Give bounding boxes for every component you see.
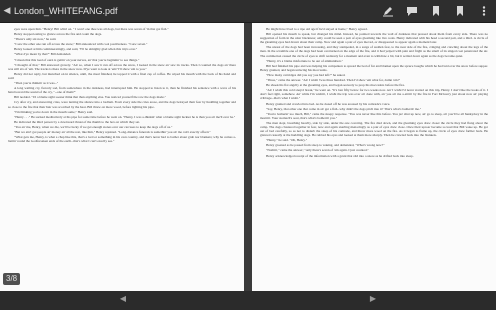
paragraph: A long wailing cry, fiercely sad, from s… xyxy=(8,86,236,95)
paragraph: He might have lived to a ripe old age if… xyxy=(266,27,368,31)
paragraph: Cry after cry, and answering cries, were… xyxy=(8,100,236,109)
document-viewer[interactable]: eyes were upon him. "Henry! Bill whirl o… xyxy=(0,23,496,310)
paragraph: "Three," came the answer. "An' I wisht '… xyxy=(266,78,401,83)
draw-icon[interactable] xyxy=(376,0,400,22)
annotate-icon[interactable] xyxy=(400,0,424,22)
paragraph: "Henry, it's a blame misfortune to be ou… xyxy=(266,58,343,63)
document-title: London_WHITEFANG.pdf xyxy=(14,6,118,16)
paragraph: "You an' me, Henry, when we die, we'll b… xyxy=(14,124,173,129)
bookmark-icon[interactable] xyxy=(448,0,472,22)
paragraph: He indicated the third person by a downw… xyxy=(14,119,141,124)
paragraph: Henry groaned as he passed from sleep to… xyxy=(266,143,385,148)
paragraph: Bill opened his mouth to speak, but chan… xyxy=(260,32,488,45)
next-page-icon[interactable]: ▶ xyxy=(368,294,378,304)
paragraph: "Henry . . ." He sucked meditatively at … xyxy=(14,114,236,119)
paragraph: "Nothin'," came the answer; "only there'… xyxy=(266,148,369,153)
paragraph: Henry stopped eating to glance across th… xyxy=(14,32,103,37)
paragraph: "I saw the other one run off across the … xyxy=(14,42,148,47)
paragraph: "There's only six now," he said. xyxy=(14,37,57,42)
paragraph: eyes were upon him. "Henry! Bill whirl o… xyxy=(14,27,169,31)
paragraph: The men slept, breathing heavily, side b… xyxy=(260,120,488,138)
page-bottom-bar xyxy=(0,291,496,310)
paragraph: Henry acknowledged receipt of the inform… xyxy=(266,153,414,158)
paragraph: The unrest of the dogs had been increasi… xyxy=(260,45,488,58)
bookmark-icon[interactable] xyxy=(424,0,448,22)
overflow-menu-icon[interactable] xyxy=(472,0,496,22)
paragraph: "I'm thinking you're down in the mouth s… xyxy=(14,109,94,114)
paragraph: "What d'ye mean by that?" Bill demanded. xyxy=(14,52,72,57)
prev-page-icon[interactable]: ◀ xyxy=(118,294,128,304)
paragraph: Henry grunted and crawled into bed. As h… xyxy=(266,101,391,106)
paragraph: Bill had finished his pipe and was helpi… xyxy=(260,63,488,72)
caret-left-icon[interactable]: ◀ xyxy=(0,0,14,22)
paragraph: "Then you're thinkin' as it was--" xyxy=(14,81,59,86)
app-bar: ◀ London_WHITEFANG.pdf xyxy=(0,0,496,23)
paragraph: Henry did not reply, but munched on in s… xyxy=(8,71,236,80)
paragraph: "I thought of that," Bill answered grave… xyxy=(8,62,236,71)
paragraph: "Say, Henry, that other one that come in… xyxy=(266,106,422,111)
paragraph: "How many cartridges did you say you had… xyxy=(266,72,346,77)
left-page: eyes were upon him. "Henry! Bill whirl o… xyxy=(0,23,244,291)
toolbar xyxy=(376,0,496,22)
paragraph: Bill nodded. "I'd a blame sight sooner t… xyxy=(14,95,167,100)
paragraph: "You're botherin' too much, Bill," came … xyxy=(260,111,488,120)
paragraph: Henry looked at him commiseratingly, and… xyxy=(14,47,138,52)
paragraph: "Henry," he said. "Oh, Henry." xyxy=(266,138,308,143)
paragraph: "An' I wisht this cold snap'd break," he… xyxy=(260,88,488,101)
paragraph: "What gets me, Henry, is what a chap lik… xyxy=(8,135,236,144)
right-page: He might have lived to a ripe old age if… xyxy=(252,23,496,291)
paragraph: "But we ain't got people an' money an' a… xyxy=(14,129,211,134)
page-indicator: 3/8 xyxy=(3,273,21,285)
paragraph: He shook his fist angrily at the gleamin… xyxy=(266,83,405,88)
paragraph: "I mean that this load of ourn is gettin… xyxy=(14,57,140,62)
